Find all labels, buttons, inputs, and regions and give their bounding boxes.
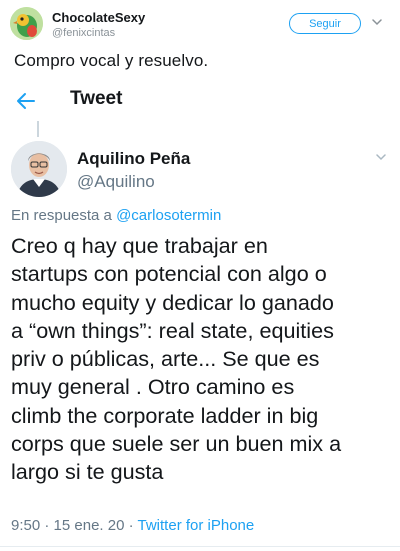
author-handle[interactable]: @Aquilino — [77, 172, 155, 192]
author-display-name[interactable]: Aquilino Peña — [77, 149, 190, 169]
reply-mention-link[interactable]: @carlosotermin — [116, 207, 221, 224]
tweet-time: 9:50 — [11, 517, 41, 534]
reply-context: En respuesta a @carlosotermin — [11, 207, 221, 224]
tweet-source-link[interactable]: Twitter for iPhone — [138, 517, 255, 534]
follow-button[interactable]: Seguir — [289, 13, 361, 34]
tweet-metadata: 9:50 · 15 ene. 20 · Twitter for iPhone — [11, 517, 254, 534]
chevron-down-icon[interactable] — [371, 16, 383, 28]
reply-prefix: En respuesta a — [11, 207, 117, 224]
author-avatar[interactable] — [11, 141, 67, 197]
page-title: Tweet — [70, 88, 123, 109]
author-photo-image — [11, 141, 67, 197]
outer-avatar[interactable] — [10, 7, 43, 40]
thread-connector-line — [37, 121, 39, 137]
chevron-down-icon[interactable] — [375, 152, 387, 162]
tweet-date: 15 ene. 20 — [53, 517, 125, 534]
outer-tweet: ChocolateSexy @fenixcintas Seguir Compro… — [0, 0, 400, 82]
outer-display-name[interactable]: ChocolateSexy — [52, 10, 145, 25]
outer-tweet-text: Compro vocal y resuelvo. — [14, 51, 209, 70]
avatar-parrot-image — [10, 7, 43, 40]
tweet-text: Creo q hay que trabajar en startups con … — [11, 233, 342, 485]
divider — [0, 546, 400, 547]
back-arrow-icon[interactable] — [16, 92, 36, 110]
meta-separator: · — [124, 517, 138, 534]
meta-separator: · — [40, 517, 54, 534]
tweet-top-bar: Tweet — [0, 82, 400, 120]
outer-handle[interactable]: @fenixcintas — [52, 27, 115, 39]
